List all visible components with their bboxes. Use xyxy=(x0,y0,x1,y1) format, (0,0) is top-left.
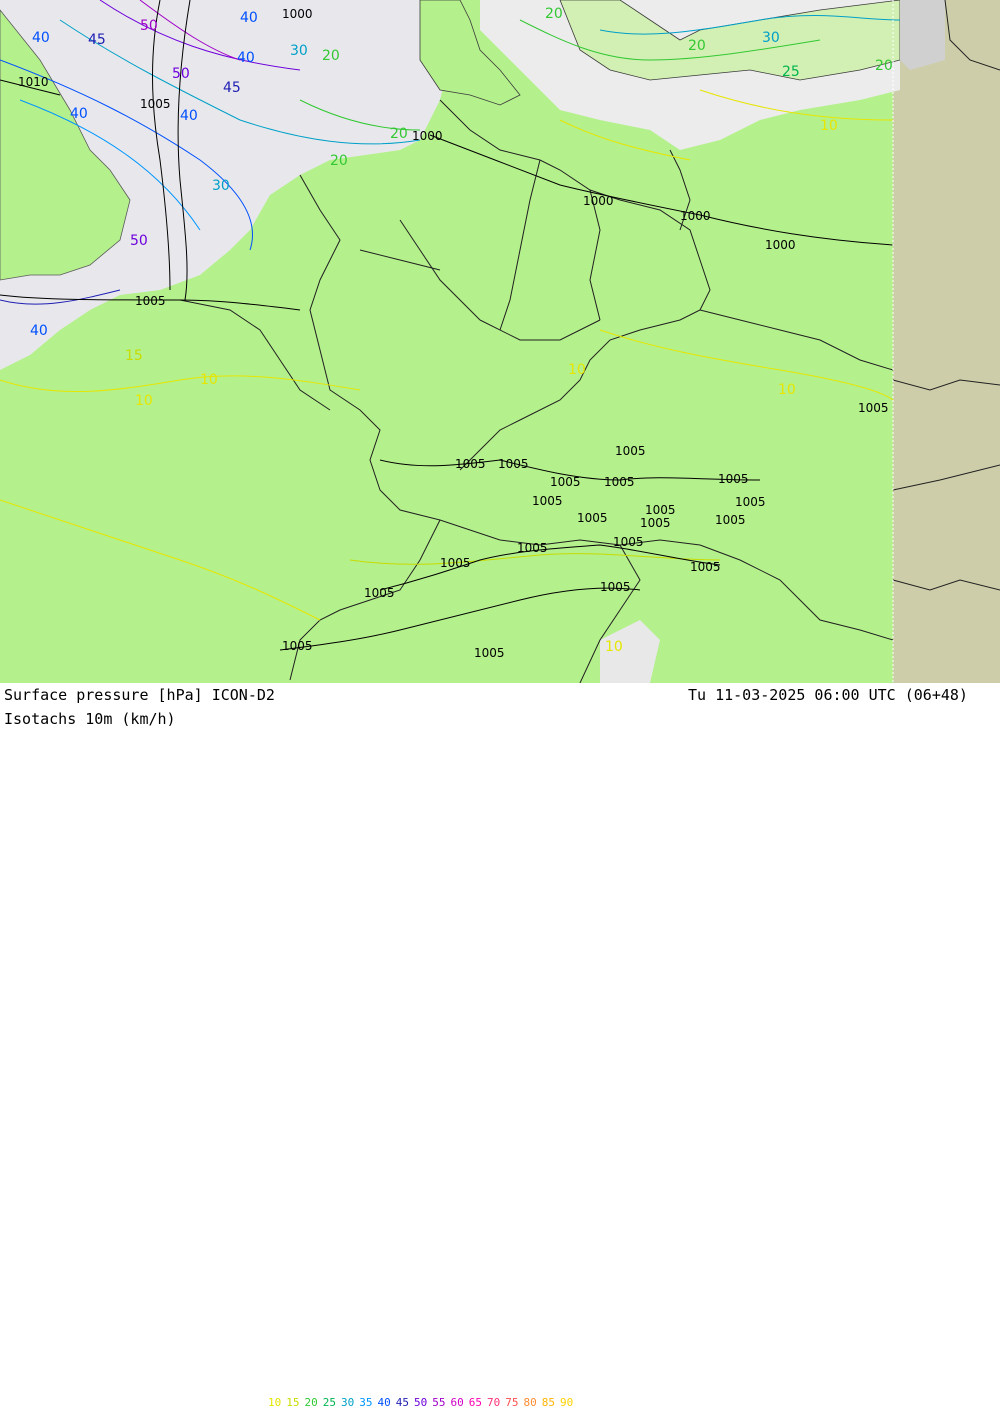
legend-value: 75 xyxy=(505,1396,519,1409)
isobar-label: 1005 xyxy=(440,556,471,570)
isotach-label: 20 xyxy=(390,126,408,142)
isotach-label: 10 xyxy=(778,382,796,398)
legend-value: 80 xyxy=(523,1396,537,1409)
legend-value: 20 xyxy=(304,1396,318,1409)
weather-map: 1000 1010 1005 1000 1000 1000 1000 1005 … xyxy=(0,0,1000,683)
isotach-label: 20 xyxy=(875,58,893,74)
isotach-label: 30 xyxy=(762,30,780,46)
isobar-label: 1005 xyxy=(577,511,608,525)
isotachs-label: Isotachs 10m (km/h) xyxy=(4,710,176,728)
isotach-label: 30 xyxy=(212,178,230,194)
isotach-label: 15 xyxy=(125,348,143,364)
isobar-label: 1005 xyxy=(455,457,486,471)
legend-value: 25 xyxy=(322,1396,336,1409)
isobar-label: 1005 xyxy=(282,639,313,653)
legend-value: 30 xyxy=(341,1396,355,1409)
forecast-datetime: Tu 11-03-2025 06:00 UTC (06+48) xyxy=(688,686,968,704)
legend-value: 90 xyxy=(560,1396,574,1409)
isotach-label: 10 xyxy=(568,362,586,378)
isotach-label: 40 xyxy=(180,108,198,124)
isobar-label: 1000 xyxy=(282,7,313,21)
isotach-label: 10 xyxy=(820,118,838,134)
isobar-label: 1005 xyxy=(604,475,635,489)
map-footer: Surface pressure [hPa] ICON-D2 Tu 11-03-… xyxy=(0,683,1000,1409)
isobar-label: 1005 xyxy=(613,535,644,549)
isotach-label: 50 xyxy=(130,233,148,249)
isotach-label: 45 xyxy=(88,32,106,48)
isotach-label: 10 xyxy=(605,639,623,655)
legend-value: 65 xyxy=(468,1396,482,1409)
isobar-label: 1005 xyxy=(715,513,746,527)
isobar-label: 1005 xyxy=(532,494,563,508)
isobar-label: 1005 xyxy=(364,586,395,600)
legend-value: 60 xyxy=(450,1396,464,1409)
isobar-label: 1005 xyxy=(645,503,676,517)
isobar-label: 1005 xyxy=(140,97,171,111)
legend-value: 15 xyxy=(286,1396,300,1409)
legend-value: 50 xyxy=(414,1396,428,1409)
isotach-label: 50 xyxy=(140,18,158,34)
isobar-label: 1000 xyxy=(583,194,614,208)
isotach-label: 50 xyxy=(172,66,190,82)
isotach-label: 25 xyxy=(782,64,800,80)
legend-value: 55 xyxy=(432,1396,446,1409)
isobar-label: 1005 xyxy=(498,457,529,471)
legend-value: 45 xyxy=(395,1396,409,1409)
isotach-label: 40 xyxy=(32,30,50,46)
isotach-label: 30 xyxy=(290,43,308,59)
isobar-label: 1005 xyxy=(550,475,581,489)
isobar-label: 1005 xyxy=(517,541,548,555)
isotach-label: 40 xyxy=(70,106,88,122)
isotach-label: 10 xyxy=(135,393,153,409)
isobar-label: 1005 xyxy=(600,580,631,594)
legend-value: 35 xyxy=(359,1396,373,1409)
product-title: Surface pressure [hPa] ICON-D2 xyxy=(4,686,275,704)
isobar-label: 1005 xyxy=(690,560,721,574)
gray-land-ne xyxy=(900,0,945,70)
isotach-label: 10 xyxy=(200,372,218,388)
isotach-label: 20 xyxy=(688,38,706,54)
isobar-label: 1005 xyxy=(858,401,889,415)
isobar-label: 1000 xyxy=(412,129,443,143)
isotach-label: 45 xyxy=(223,80,241,96)
isotach-label: 40 xyxy=(240,10,258,26)
legend-value: 10 xyxy=(268,1396,282,1409)
isobar-label: 1005 xyxy=(640,516,671,530)
isotach-label: 20 xyxy=(330,153,348,169)
isotach-label: 20 xyxy=(545,6,563,22)
legend-value: 85 xyxy=(541,1396,555,1409)
isobar-label: 1005 xyxy=(718,472,749,486)
isotach-label: 20 xyxy=(322,48,340,64)
isobar-label: 1005 xyxy=(135,294,166,308)
legend-value: 40 xyxy=(377,1396,391,1409)
isotach-label: 40 xyxy=(30,323,48,339)
isobar-label: 1005 xyxy=(615,444,646,458)
isotach-legend: 10 15 20 25 30 35 40 45 50 55 60 65 70 75 80 85 90 xyxy=(268,1396,578,1409)
isobar-label: 1005 xyxy=(474,646,505,660)
isobar-label: 1000 xyxy=(765,238,796,252)
isobar-label: 1010 xyxy=(18,75,49,89)
legend-value: 70 xyxy=(487,1396,501,1409)
isotach-label: 40 xyxy=(237,50,255,66)
isobar-label: 1005 xyxy=(735,495,766,509)
isobar-label: 1000 xyxy=(680,209,711,223)
